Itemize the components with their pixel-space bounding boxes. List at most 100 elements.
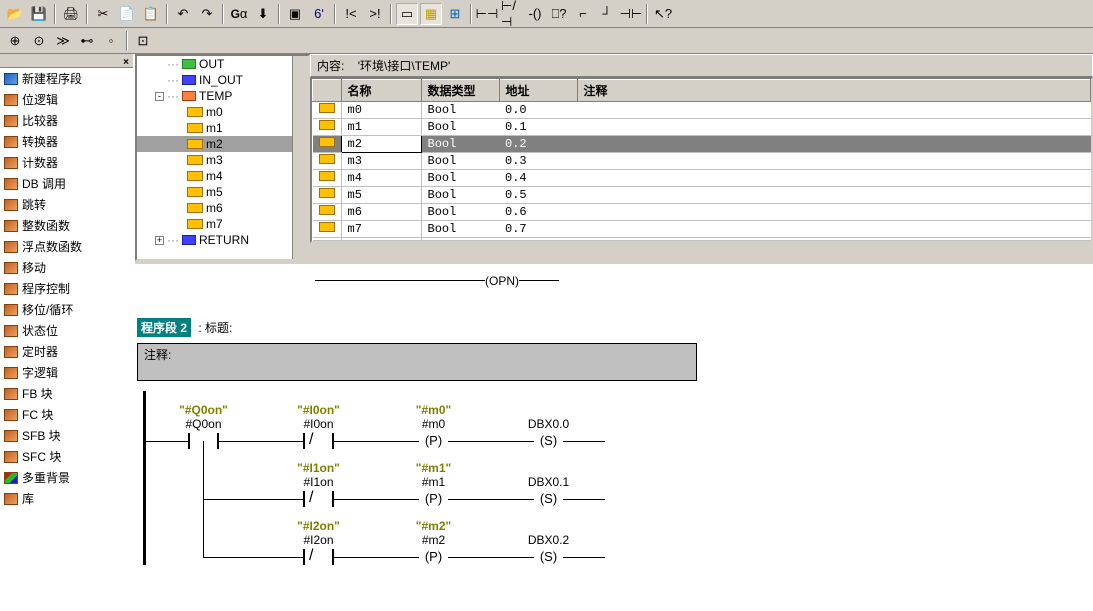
category-item[interactable]: DB 调用 xyxy=(0,173,133,194)
ladder-element[interactable]: "#m1"#m1(P) xyxy=(376,461,491,507)
ladder-editor[interactable]: (OPN) 程序段 2 : 标题: 注释: "#Q0on"#Q0on"#I0on… xyxy=(135,264,1093,611)
redo-icon[interactable]: ↷ xyxy=(196,3,218,25)
category-item[interactable]: 字逻辑 xyxy=(0,362,133,383)
save-icon[interactable]: 💾 xyxy=(28,3,50,25)
category-item[interactable]: 新建程序段 xyxy=(0,68,133,89)
t2-btn3[interactable]: ≫ xyxy=(52,30,74,52)
category-item[interactable]: SFC 块 xyxy=(0,446,133,467)
tree-item[interactable]: m3 xyxy=(137,152,308,168)
t2-btn5[interactable]: ◦ xyxy=(100,30,122,52)
ladder-element[interactable]: "#I1on"#I1on/ xyxy=(261,461,376,507)
window-icon[interactable]: ▭ xyxy=(396,3,418,25)
table-row[interactable] xyxy=(313,238,1091,241)
table-row[interactable]: m4Bool0.4 xyxy=(313,170,1091,187)
ladder-diagram[interactable]: "#Q0on"#Q0on"#I0on"#I0on/"#m0"#m0(P)DBX0… xyxy=(143,391,1093,565)
ladder-element[interactable]: DBX0.1(S) xyxy=(491,475,606,507)
branch-close-icon[interactable]: ┘ xyxy=(596,3,618,25)
view-icon[interactable]: ▣ xyxy=(284,3,306,25)
ladder-element[interactable]: DBX0.0(S) xyxy=(491,417,606,449)
category-list[interactable]: 新建程序段位逻辑比较器转换器计数器DB 调用跳转整数函数浮点数函数移动程序控制移… xyxy=(0,68,133,611)
category-item[interactable]: FB 块 xyxy=(0,383,133,404)
tree-item[interactable]: m2 xyxy=(137,136,308,152)
tree-item[interactable]: m6 xyxy=(137,200,308,216)
category-item[interactable]: 定时器 xyxy=(0,341,133,362)
close-icon[interactable]: × xyxy=(123,57,133,68)
t2-btn2[interactable]: ⊙ xyxy=(28,30,50,52)
t2-btn4[interactable]: ⊷ xyxy=(76,30,98,52)
category-item[interactable]: 比较器 xyxy=(0,110,133,131)
connect-icon[interactable]: ⊣⊢ xyxy=(620,3,642,25)
category-item[interactable]: 整数函数 xyxy=(0,215,133,236)
table-header[interactable]: 注释 xyxy=(577,80,1091,102)
expand-icon[interactable]: - xyxy=(155,92,164,101)
network-comment[interactable]: 注释: xyxy=(137,343,697,381)
table-row[interactable]: m0Bool0.0 xyxy=(313,102,1091,119)
detail-icon[interactable]: ▦ xyxy=(420,3,442,25)
t2-btn1[interactable]: ⊕ xyxy=(4,30,26,52)
table-row[interactable]: m2Bool0.2 xyxy=(313,136,1091,153)
ladder-element[interactable]: "#m2"#m2(P) xyxy=(376,519,491,565)
category-item[interactable]: 跳转 xyxy=(0,194,133,215)
open-icon[interactable]: 📂 xyxy=(4,3,26,25)
print-icon[interactable]: 🖨 xyxy=(60,3,82,25)
branch-open-icon[interactable]: ⌐ xyxy=(572,3,594,25)
tree-item[interactable]: m0 xyxy=(137,104,308,120)
prev-icon[interactable]: !< xyxy=(340,3,362,25)
category-item[interactable]: 状态位 xyxy=(0,320,133,341)
next-icon[interactable]: >! xyxy=(364,3,386,25)
expand-icon[interactable]: + xyxy=(155,236,164,245)
table-header[interactable]: 地址 xyxy=(499,80,577,102)
ladder-element[interactable] xyxy=(146,547,261,565)
ladder-element[interactable]: "#I0on"#I0on/ xyxy=(261,403,376,449)
table-row[interactable]: m1Bool0.1 xyxy=(313,119,1091,136)
variable-table[interactable]: 名称数据类型地址注释m0Bool0.0m1Bool0.1m2Bool0.2m3B… xyxy=(310,77,1093,243)
tree-item[interactable]: m5 xyxy=(137,184,308,200)
category-item[interactable]: 程序控制 xyxy=(0,278,133,299)
coil-icon[interactable]: -() xyxy=(524,3,546,25)
copy-icon[interactable]: 📄 xyxy=(116,3,138,25)
category-item[interactable]: 转换器 xyxy=(0,131,133,152)
contact-no-icon[interactable]: ⊢⊣ xyxy=(476,3,498,25)
tree-item[interactable]: m7 xyxy=(137,216,308,232)
goto-icon[interactable]: Gα xyxy=(228,3,250,25)
category-item[interactable]: 计数器 xyxy=(0,152,133,173)
category-item[interactable]: 移动 xyxy=(0,257,133,278)
tree-item[interactable]: ···IN_OUT xyxy=(137,72,308,88)
cut-icon[interactable]: ✂ xyxy=(92,3,114,25)
tree-item[interactable]: +···RETURN xyxy=(137,232,308,248)
table-row[interactable]: m7Bool0.7 xyxy=(313,221,1091,238)
overview-icon[interactable]: ⊞ xyxy=(444,3,466,25)
table-header[interactable]: 数据类型 xyxy=(421,80,499,102)
paste-icon[interactable]: 📋 xyxy=(140,3,162,25)
binoculars-icon[interactable]: 6ʹ xyxy=(308,3,330,25)
category-item[interactable]: 库 xyxy=(0,488,133,509)
tree-item[interactable]: -···TEMP xyxy=(137,88,308,104)
contact-nc-icon[interactable]: ⊢/⊣ xyxy=(500,3,522,25)
table-row[interactable]: m5Bool0.5 xyxy=(313,187,1091,204)
ladder-rung[interactable]: "#I1on"#I1on/"#m1"#m1(P)DBX0.1(S) xyxy=(143,449,1093,507)
category-item[interactable]: FC 块 xyxy=(0,404,133,425)
tree-item[interactable]: m4 xyxy=(137,168,308,184)
box-icon[interactable]: ⎕? xyxy=(548,3,570,25)
category-item[interactable]: 位逻辑 xyxy=(0,89,133,110)
ladder-element[interactable]: DBX0.2(S) xyxy=(491,533,606,565)
tree-item[interactable]: ···OUT xyxy=(137,56,308,72)
table-header[interactable] xyxy=(313,80,342,102)
download-icon[interactable]: ⬇ xyxy=(252,3,274,25)
tree-item[interactable]: m1 xyxy=(137,120,308,136)
ladder-element[interactable]: "#I2on"#I2on/ xyxy=(261,519,376,565)
undo-icon[interactable]: ↶ xyxy=(172,3,194,25)
table-row[interactable]: m3Bool0.3 xyxy=(313,153,1091,170)
category-item[interactable]: 多重背景 xyxy=(0,467,133,488)
network-title-label[interactable]: : 标题: xyxy=(198,321,232,335)
tree-scrollbar[interactable] xyxy=(292,56,308,259)
category-item[interactable]: 移位/循环 xyxy=(0,299,133,320)
table-row[interactable]: m6Bool0.6 xyxy=(313,204,1091,221)
t2-btn6[interactable]: ⊡ xyxy=(132,30,154,52)
help-icon[interactable]: ↖? xyxy=(652,3,674,25)
network-label[interactable]: 程序段 2 xyxy=(137,318,191,337)
category-item[interactable]: SFB 块 xyxy=(0,425,133,446)
category-item[interactable]: 浮点数函数 xyxy=(0,236,133,257)
table-header[interactable]: 名称 xyxy=(341,80,421,102)
ladder-element[interactable]: "#m0"#m0(P) xyxy=(376,403,491,449)
